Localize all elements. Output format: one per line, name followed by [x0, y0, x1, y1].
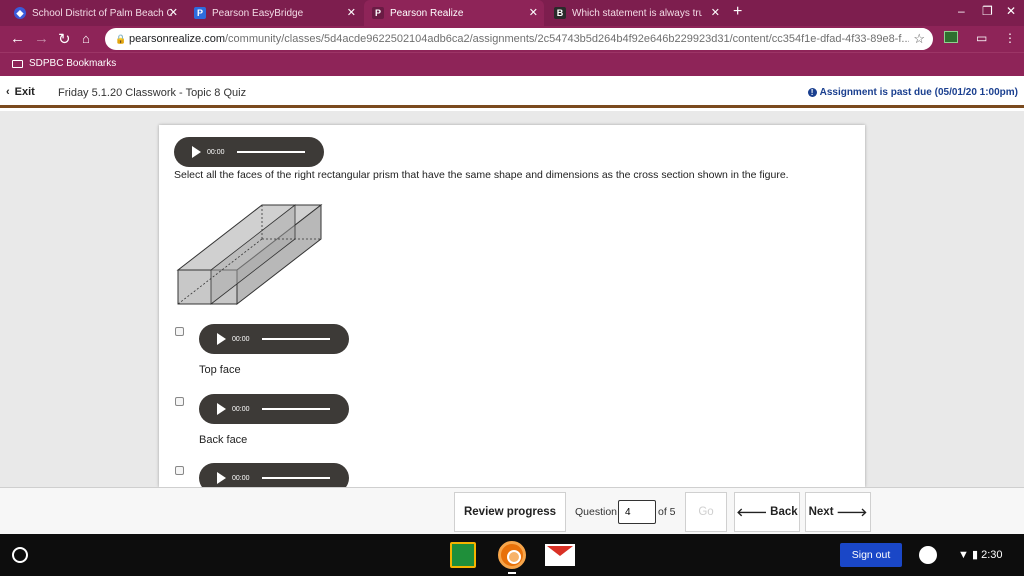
arrow-right-icon: 🡒 [836, 507, 868, 519]
option-3-checkbox[interactable] [175, 466, 184, 475]
close-icon[interactable]: ✕ [711, 6, 720, 19]
extension-icon[interactable] [944, 31, 958, 46]
audio-time: 00:00 [232, 405, 250, 413]
play-icon[interactable] [217, 472, 226, 484]
question-navigation-bar: Review progress Question of 5 Go 🡐Back N… [0, 487, 1024, 534]
chevron-left-icon: ‹ [6, 86, 10, 98]
exit-label: Exit [14, 86, 35, 98]
option-1-checkbox[interactable] [175, 327, 184, 336]
minimize-icon[interactable]: ‒ [958, 4, 965, 18]
audio-progress-track[interactable] [262, 408, 330, 410]
pearson-logo-icon: P [372, 7, 384, 19]
audio-progress-track[interactable] [262, 477, 330, 479]
close-icon[interactable]: ✕ [169, 6, 178, 19]
tab-title: Pearson Realize [390, 7, 464, 19]
tab-which-statement[interactable]: B Which statement is always true? ✕ [546, 0, 726, 26]
google-classroom-icon[interactable] [450, 542, 476, 568]
audio-time: 00:00 [232, 335, 250, 343]
info-icon: ! [807, 88, 817, 97]
battery-icon: ▮ [971, 549, 979, 561]
restore-icon[interactable]: ❐ [982, 4, 993, 18]
close-icon[interactable]: ✕ [529, 6, 538, 19]
exit-button[interactable]: ‹ Exit [6, 86, 35, 98]
tab-school-district[interactable]: ◆ School District of Palm Beach C ✕ [6, 0, 184, 26]
lock-icon: 🔒 [115, 34, 127, 44]
sdpbc-shield-icon: ◆ [14, 7, 26, 19]
cast-icon[interactable]: ▭ [976, 31, 987, 45]
tab-title: School District of Palm Beach C [32, 7, 172, 19]
audio-player-option-2[interactable]: 00:00 [199, 394, 349, 424]
address-path: /community/classes/5d4acde9622502104adb6… [225, 33, 911, 45]
past-due-notice: ! Assignment is past due (05/01/20 1:00pm… [807, 87, 1018, 98]
reload-icon[interactable]: ↻ [58, 30, 71, 48]
os-shelf: Sign out ▼ ▮ 2:30 [0, 534, 1024, 576]
next-button[interactable]: Next 🡒 [805, 492, 871, 532]
question-card[interactable]: 00:00 Select all the faces of the right … [159, 125, 865, 487]
review-progress-button[interactable]: Review progress [454, 492, 566, 532]
audio-time: 00:00 [232, 474, 250, 482]
new-tab-icon[interactable]: + [733, 3, 742, 21]
option-2-label[interactable]: Back face [199, 434, 247, 446]
bookmark-star-icon[interactable]: ☆ [909, 28, 925, 50]
launcher-icon[interactable] [12, 547, 28, 563]
account-avatar-icon[interactable] [919, 546, 937, 564]
status-tray[interactable]: ▼ ▮ 2:30 [958, 548, 1003, 561]
tab-title: Which statement is always true? [572, 7, 702, 19]
question-prompt: Select all the faces of the right rectan… [174, 169, 789, 181]
menu-kebab-icon[interactable]: ⋮ [1004, 31, 1016, 45]
assignment-title: Friday 5.1.20 Classwork - Topic 8 Quiz [58, 87, 247, 99]
question-number-input[interactable] [618, 500, 656, 524]
play-icon[interactable] [217, 403, 226, 415]
tab-title: Pearson EasyBridge [212, 7, 304, 19]
audio-time: 00:00 [207, 148, 225, 156]
audio-progress-track[interactable] [237, 151, 305, 153]
clock-time: 2:30 [981, 549, 1003, 561]
question-label: Question [575, 506, 618, 518]
bookmarks-bar: SDPBC Bookmarks [0, 52, 1024, 76]
running-indicator [508, 572, 516, 574]
assignment-header: ‹ Exit Friday 5.1.20 Classwork - Topic 8 … [0, 76, 1024, 108]
gmail-icon[interactable] [545, 544, 575, 566]
audio-player-option-3[interactable]: 00:00 [199, 463, 349, 487]
tab-pearson-realize[interactable]: P Pearson Realize ✕ [364, 0, 544, 26]
address-bar[interactable]: 🔒 pearsonrealize.com/community/classes/5… [105, 28, 933, 50]
browser-toolbar: ← → ↻ ⌂ 🔒 pearsonrealize.com/community/c… [0, 26, 1024, 52]
back-label: Back [770, 506, 798, 518]
prism-figure [176, 203, 323, 306]
audio-player-option-1[interactable]: 00:00 [199, 324, 349, 354]
sign-out-button[interactable]: Sign out [840, 543, 902, 567]
address-host: pearsonrealize.com [129, 33, 225, 45]
close-window-icon[interactable]: ✕ [1006, 4, 1016, 18]
back-arrow-icon[interactable]: ← [10, 30, 25, 47]
close-icon[interactable]: ✕ [347, 6, 356, 19]
wifi-icon: ▼ [958, 549, 969, 561]
folder-icon [12, 59, 23, 68]
forward-arrow-icon[interactable]: → [34, 30, 49, 47]
play-icon[interactable] [217, 333, 226, 345]
next-label: Next [808, 506, 834, 518]
brainly-logo-icon: B [554, 7, 566, 19]
arrow-left-icon: 🡐 [736, 507, 768, 519]
bookmark-folder-sdpbc[interactable]: SDPBC Bookmarks [12, 58, 116, 69]
home-icon[interactable]: ⌂ [82, 31, 90, 46]
option-1-label[interactable]: Top face [199, 364, 241, 376]
chrome-icon[interactable] [498, 541, 526, 569]
play-icon[interactable] [192, 146, 201, 158]
audio-player-question[interactable]: 00:00 [174, 137, 324, 167]
pearson-logo-icon: P [194, 7, 206, 19]
content-stage: 00:00 Select all the faces of the right … [0, 111, 1024, 487]
bookmark-label: SDPBC Bookmarks [29, 58, 117, 69]
go-button[interactable]: Go [685, 492, 727, 532]
back-button[interactable]: 🡐 Back [734, 492, 800, 532]
option-2-checkbox[interactable] [175, 397, 184, 406]
browser-tab-strip: ◆ School District of Palm Beach C ✕ P Pe… [0, 0, 1024, 26]
tab-pearson-easybridge[interactable]: P Pearson EasyBridge ✕ [186, 0, 362, 26]
question-total: of 5 [658, 506, 676, 518]
due-text: Assignment is past due (05/01/20 1:00pm) [819, 87, 1018, 98]
audio-progress-track[interactable] [262, 338, 330, 340]
